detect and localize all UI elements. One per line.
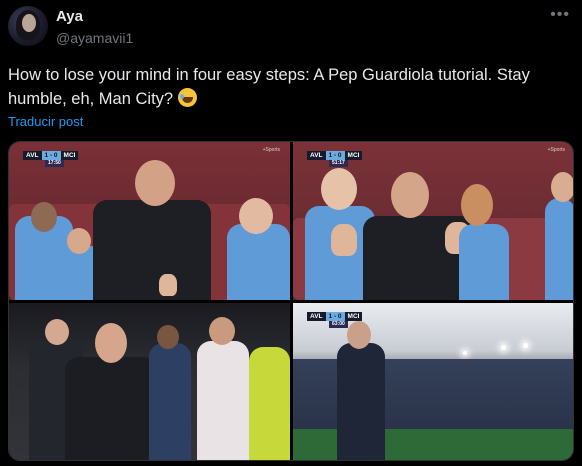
scoreboard-score: 1 - 0: [325, 151, 345, 160]
avatar-face: [22, 14, 36, 32]
translate-post-link[interactable]: Traducir post: [8, 114, 83, 129]
media-image-1[interactable]: AVL 1 - 0 MCI 17:50 +Sports: [9, 142, 290, 300]
tweet-text: How to lose your mind in four easy steps…: [8, 63, 568, 111]
tweet: Aya @ayamavii1 ••• How to lose your mind…: [0, 0, 582, 466]
scoreboard-score: 1 - 0: [325, 312, 345, 321]
floodlight: [523, 343, 528, 348]
avatar[interactable]: [8, 6, 48, 46]
author-handle[interactable]: @ayamavii1: [56, 30, 133, 46]
author-name[interactable]: Aya: [56, 8, 83, 25]
scoreboard-clock: 17:50: [45, 160, 64, 167]
scoreboard: AVL 1 - 0 MCI 51:17: [307, 151, 363, 167]
scoreboard: AVL 1 - 0 MCI 63:00: [307, 312, 363, 328]
scoreboard-home: AVL: [307, 151, 326, 160]
scoreboard-home: AVL: [307, 312, 326, 321]
scoreboard-home: AVL: [23, 151, 42, 160]
scoreboard-clock: 51:17: [329, 160, 348, 167]
scoreboard-score: 1 - 0: [41, 151, 61, 160]
pitch: [293, 429, 573, 460]
floodlight: [501, 345, 506, 350]
media-image-2[interactable]: AVL 1 - 0 MCI 51:17 +Sports: [293, 142, 573, 300]
scoreboard: AVL 1 - 0 MCI 17:50: [23, 151, 79, 167]
tweet-text-content: How to lose your mind in four easy steps…: [8, 66, 530, 108]
scoreboard-away: MCI: [344, 312, 363, 321]
media-image-4[interactable]: AVL 1 - 0 MCI 63:00: [293, 303, 573, 460]
media-grid: AVL 1 - 0 MCI 17:50 +Sports AVL 1 - 0 MC…: [8, 141, 574, 461]
scoreboard-clock: 63:00: [329, 321, 348, 328]
media-image-3[interactable]: [9, 303, 290, 460]
floodlight: [463, 351, 467, 355]
stand: [293, 359, 573, 429]
broadcaster-logo: +Sports: [547, 147, 565, 153]
scoreboard-away: MCI: [60, 151, 79, 160]
more-dots-icon[interactable]: •••: [550, 6, 570, 24]
scoreboard-away: MCI: [344, 151, 363, 160]
face-with-tears-of-joy-emoji: [177, 88, 197, 107]
broadcaster-logo: +Sports: [262, 147, 280, 153]
